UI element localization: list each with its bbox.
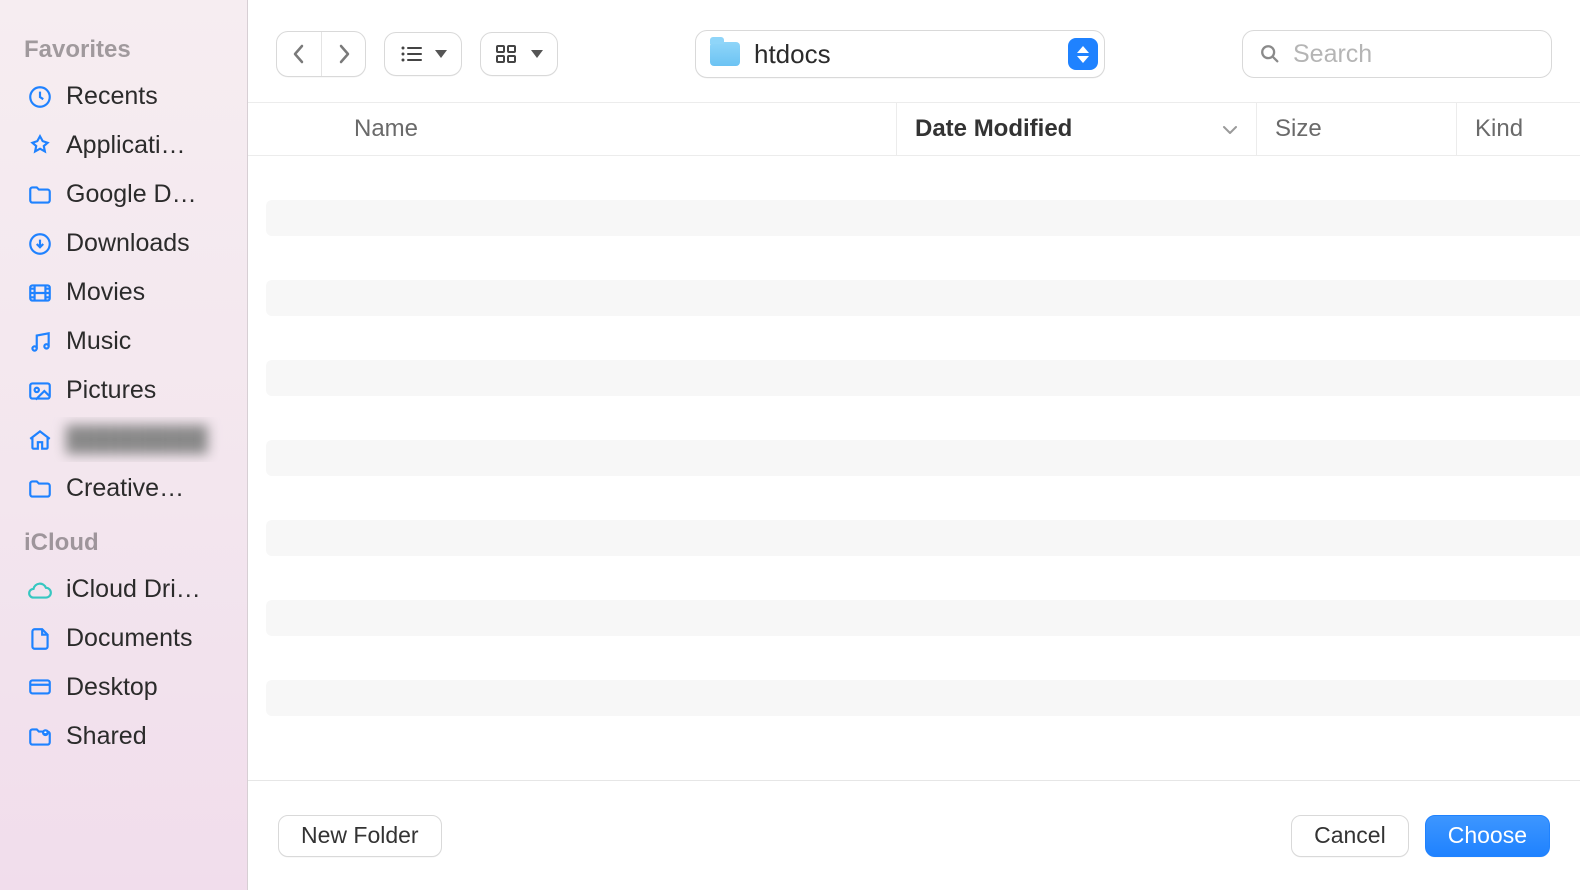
- clock-icon: [26, 83, 54, 111]
- search-input[interactable]: [1291, 39, 1535, 70]
- sidebar-section-favorites: Favorites: [8, 22, 239, 70]
- sidebar-section-icloud: iCloud: [8, 515, 239, 563]
- pictures-icon: [26, 377, 54, 405]
- current-folder-select[interactable]: htdocs: [695, 30, 1105, 78]
- sidebar-item-label: Downloads: [66, 229, 190, 258]
- sidebar-item-label: Shared: [66, 722, 147, 751]
- forward-button[interactable]: [321, 32, 365, 76]
- folder-icon: [26, 181, 54, 209]
- document-icon: [26, 625, 54, 653]
- list-row-stripe: [266, 520, 1580, 556]
- list-row-stripe: [266, 600, 1580, 636]
- sidebar-item-home[interactable]: ████████: [12, 417, 235, 462]
- sidebar-item-music[interactable]: Music: [12, 319, 235, 364]
- new-folder-button[interactable]: New Folder: [278, 815, 442, 857]
- sidebar-item-applications[interactable]: Applicati…: [12, 123, 235, 168]
- sidebar-item-shared[interactable]: Shared: [12, 714, 235, 759]
- music-icon: [26, 328, 54, 356]
- toolbar: htdocs: [248, 0, 1580, 102]
- file-list[interactable]: [248, 156, 1580, 780]
- sidebar-item-label: Creative…: [66, 474, 184, 503]
- sidebar-item-label: Movies: [66, 278, 145, 307]
- movies-icon: [26, 279, 54, 307]
- sidebar-item-pictures[interactable]: Pictures: [12, 368, 235, 413]
- column-date-modified[interactable]: Date Modified: [896, 103, 1256, 155]
- list-row-stripe: [266, 680, 1580, 716]
- folder-icon: [26, 475, 54, 503]
- chevron-down-icon: [1222, 124, 1238, 136]
- list-row-stripe: [266, 440, 1580, 476]
- column-header: Name Date Modified Size Kind: [248, 102, 1580, 156]
- cloud-icon: [26, 576, 54, 604]
- column-kind[interactable]: Kind: [1456, 103, 1580, 155]
- chevron-down-icon: [531, 50, 543, 58]
- sidebar-item-label: Recents: [66, 82, 158, 111]
- download-icon: [26, 230, 54, 258]
- grid-icon: [495, 44, 519, 64]
- search-field[interactable]: [1242, 30, 1552, 78]
- sidebar-item-label: Applicati…: [66, 131, 186, 160]
- updown-icon: [1068, 38, 1098, 70]
- home-icon: [26, 426, 54, 454]
- desktop-icon: [26, 674, 54, 702]
- sidebar-item-label: Documents: [66, 624, 192, 653]
- group-by-button[interactable]: [480, 32, 558, 76]
- sidebar: Favorites Recents Applicati… Google D… D…: [0, 0, 248, 890]
- column-size-label: Size: [1275, 115, 1322, 143]
- list-row-stripe: [266, 200, 1580, 236]
- nav-back-forward: [276, 31, 366, 77]
- sidebar-item-label: Music: [66, 327, 131, 356]
- sidebar-item-label: Google D…: [66, 180, 197, 209]
- shared-icon: [26, 723, 54, 751]
- column-date-label: Date Modified: [915, 115, 1072, 143]
- file-picker-window: Favorites Recents Applicati… Google D… D…: [0, 0, 1580, 890]
- sidebar-item-downloads[interactable]: Downloads: [12, 221, 235, 266]
- sidebar-item-icloud-drive[interactable]: iCloud Dri…: [12, 567, 235, 612]
- sidebar-item-label: ████████: [66, 425, 208, 454]
- list-row-stripe: [266, 280, 1580, 316]
- current-folder-label: htdocs: [754, 39, 1054, 70]
- sidebar-item-label: Pictures: [66, 376, 156, 405]
- apps-icon: [26, 132, 54, 160]
- back-button[interactable]: [277, 32, 321, 76]
- column-size[interactable]: Size: [1256, 103, 1456, 155]
- choose-button[interactable]: Choose: [1425, 815, 1550, 857]
- cancel-button[interactable]: Cancel: [1291, 815, 1409, 857]
- footer: New Folder Cancel Choose: [248, 780, 1580, 890]
- sidebar-item-google-drive[interactable]: Google D…: [12, 172, 235, 217]
- sidebar-item-recents[interactable]: Recents: [12, 74, 235, 119]
- column-kind-label: Kind: [1475, 115, 1523, 143]
- column-name[interactable]: Name: [336, 103, 896, 155]
- folder-icon: [710, 42, 740, 66]
- column-name-label: Name: [354, 115, 418, 143]
- sidebar-item-creative[interactable]: Creative…: [12, 466, 235, 511]
- sidebar-item-desktop[interactable]: Desktop: [12, 665, 235, 710]
- sidebar-item-documents[interactable]: Documents: [12, 616, 235, 661]
- list-row-stripe: [266, 360, 1580, 396]
- list-icon: [399, 44, 423, 64]
- view-as-list-button[interactable]: [384, 32, 462, 76]
- main-pane: htdocs Name Date Modified: [248, 0, 1580, 890]
- chevron-down-icon: [435, 50, 447, 58]
- sidebar-item-label: Desktop: [66, 673, 158, 702]
- sidebar-item-movies[interactable]: Movies: [12, 270, 235, 315]
- search-icon: [1259, 43, 1281, 65]
- sidebar-item-label: iCloud Dri…: [66, 575, 201, 604]
